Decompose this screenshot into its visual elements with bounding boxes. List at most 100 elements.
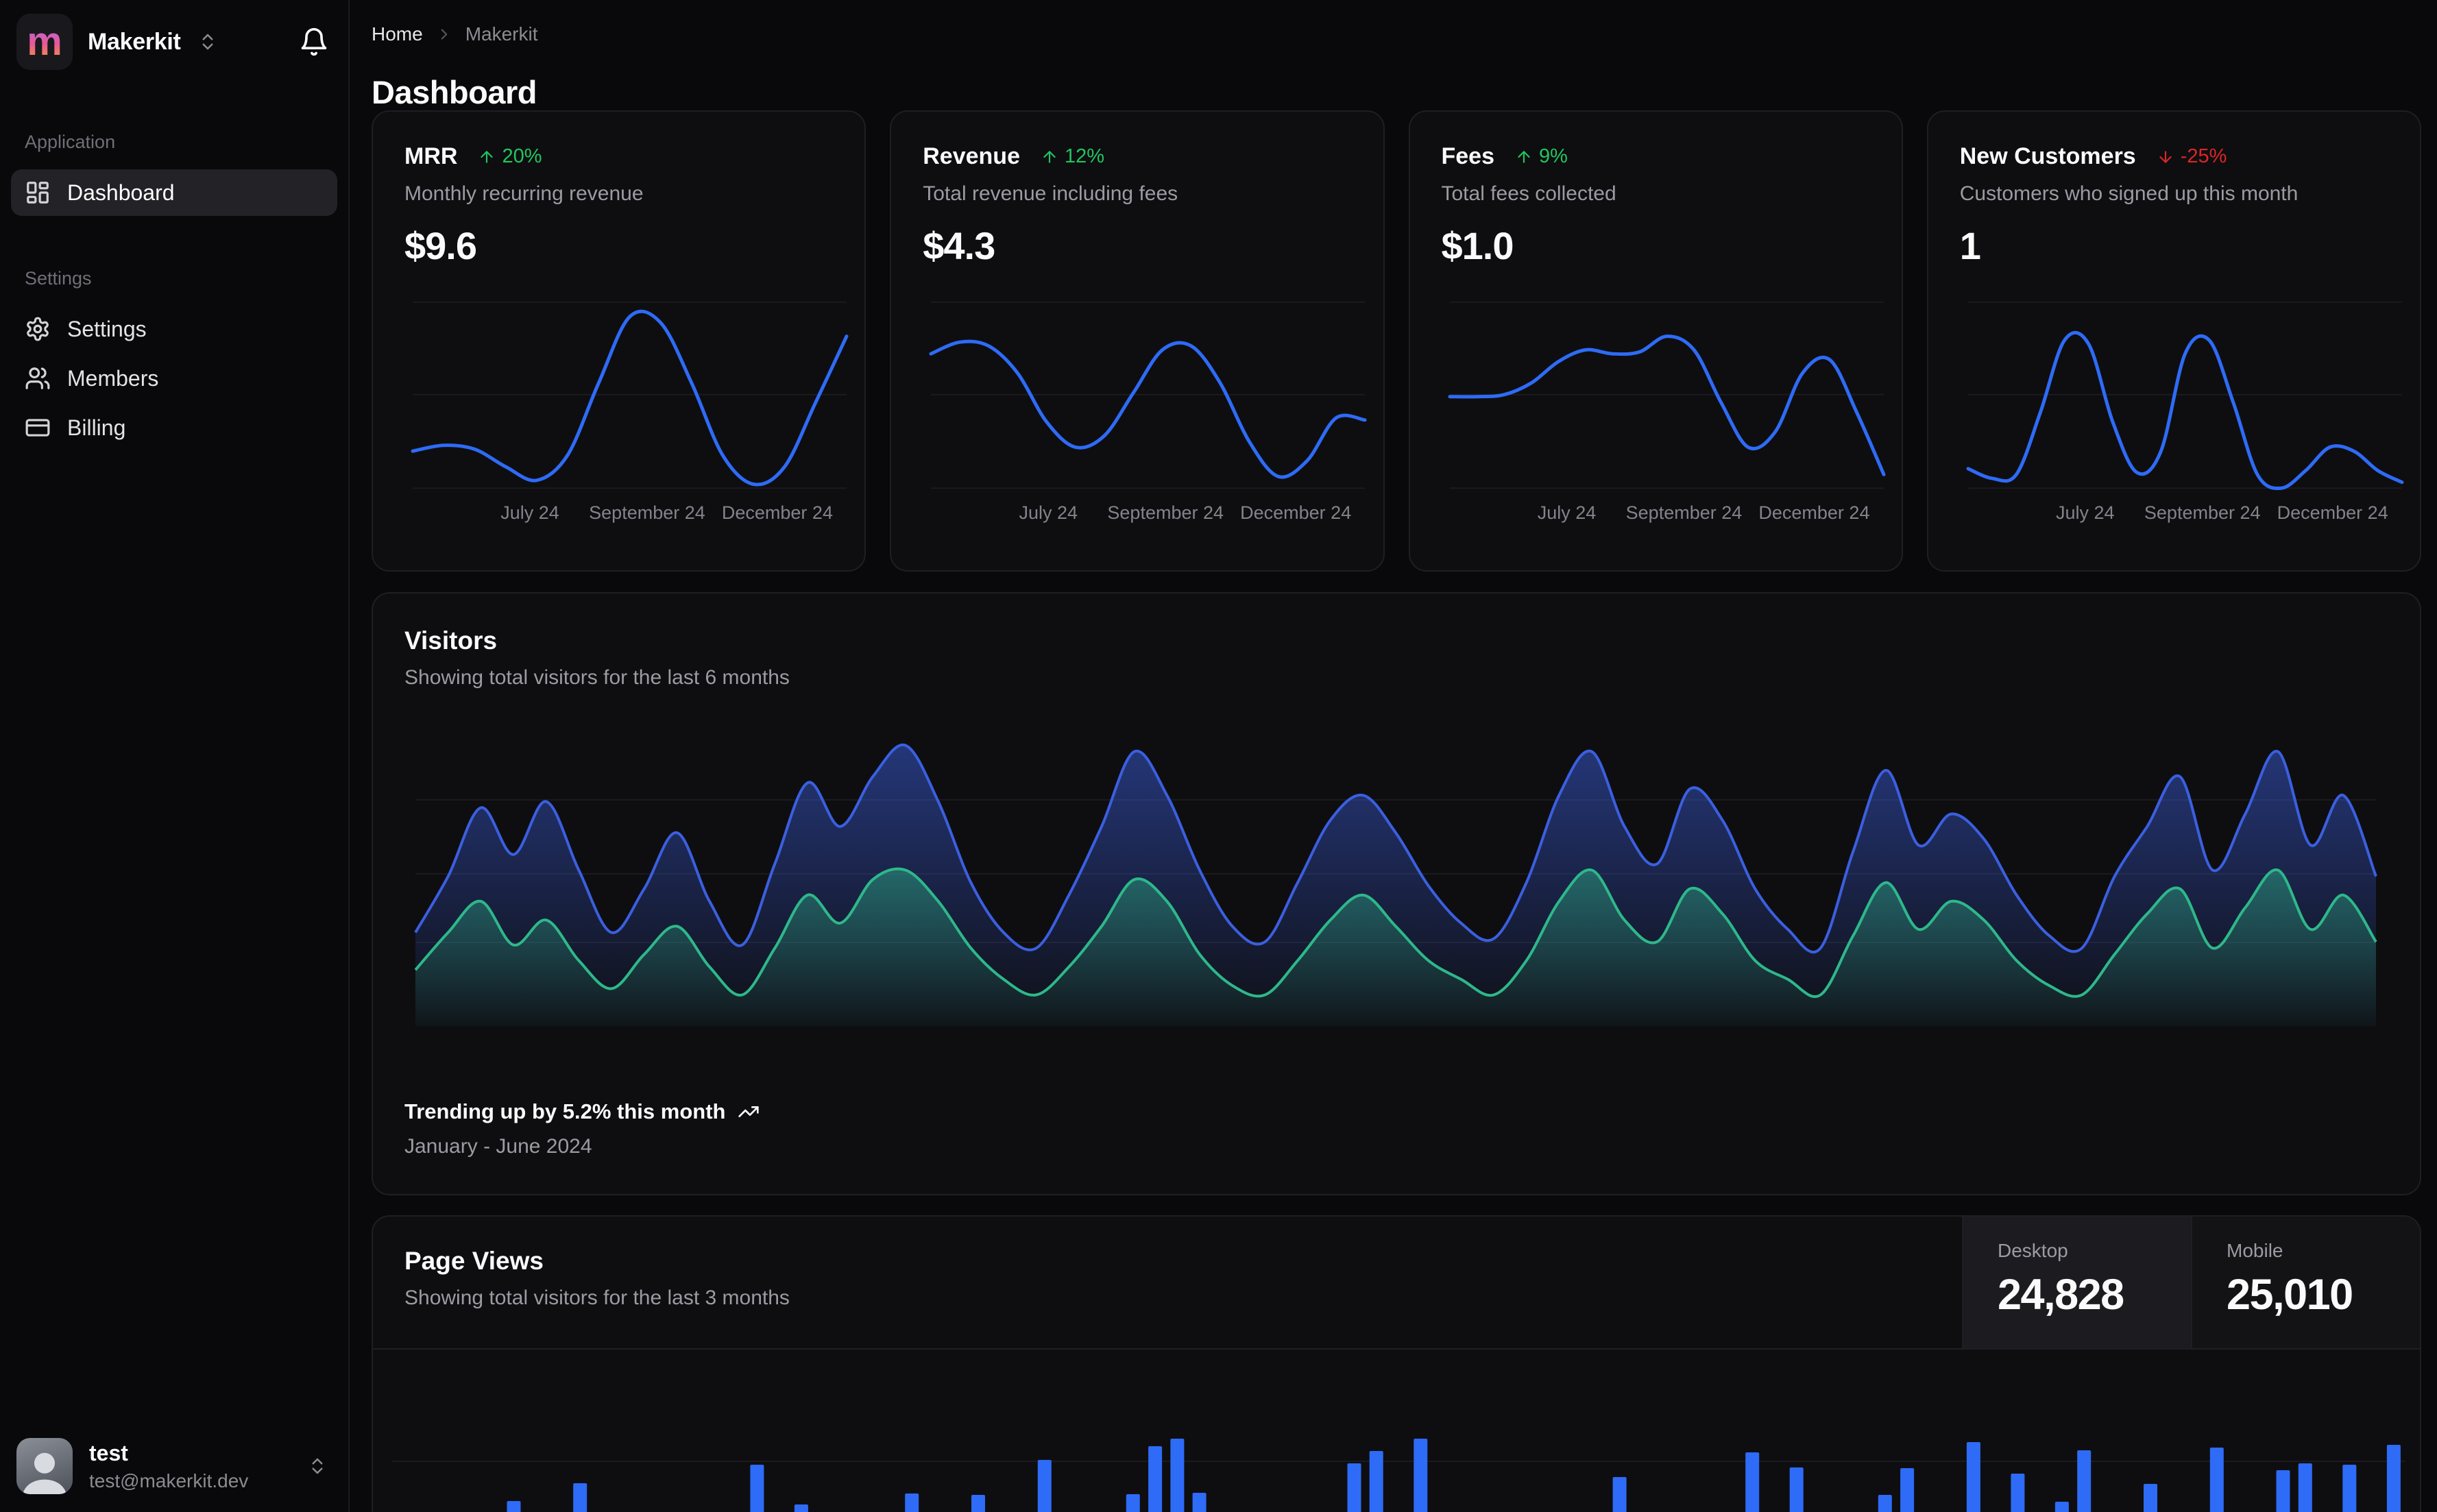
chevrons-up-down-icon bbox=[307, 1456, 328, 1476]
page-views-header: Page Views Showing total visitors for th… bbox=[373, 1217, 2420, 1350]
axis-tick: July 24 bbox=[1019, 502, 1078, 524]
visitors-header: Visitors Showing total visitors for the … bbox=[373, 594, 2420, 690]
visitors-date-range: January - June 2024 bbox=[404, 1135, 760, 1158]
workspace-logo-letter: m bbox=[27, 22, 62, 62]
arrow-up-icon bbox=[1515, 148, 1533, 166]
axis-tick: July 24 bbox=[2056, 502, 2115, 524]
trend-value: -25% bbox=[2181, 145, 2227, 168]
stat-title: Revenue bbox=[923, 143, 1020, 170]
axis-tick: September 24 bbox=[2144, 502, 2261, 524]
stat-title: Fees bbox=[1442, 143, 1495, 170]
stat-card-revenue: Revenue 12% Total revenue including fees… bbox=[890, 110, 1384, 572]
main-content: Home Makerkit Dashboard MRR 20% Monthly … bbox=[351, 0, 2437, 1512]
page-views-bar-chart bbox=[392, 1359, 2405, 1512]
axis-tick: July 24 bbox=[1538, 502, 1597, 524]
stat-value: $1.0 bbox=[1442, 223, 1870, 268]
stat-title: MRR bbox=[404, 143, 457, 170]
toggle-label: Mobile bbox=[2227, 1240, 2420, 1262]
toggle-value: 24,828 bbox=[1998, 1270, 2191, 1319]
sidebar: m Makerkit Application Dashboard Setting… bbox=[0, 0, 350, 1512]
arrow-up-icon bbox=[1041, 148, 1058, 166]
sidebar-nav: Application Dashboard Settings Settings … bbox=[0, 84, 348, 454]
chevrons-up-down-icon bbox=[197, 32, 218, 52]
sidebar-item-dashboard[interactable]: Dashboard bbox=[11, 169, 337, 216]
sidebar-item-billing[interactable]: Billing bbox=[11, 404, 337, 451]
axis-tick: December 24 bbox=[1758, 502, 1869, 524]
stat-card-header: Fees 9% Total fees collected $1.0 bbox=[1410, 112, 1902, 268]
sparkline-chart bbox=[1450, 295, 1884, 490]
stat-card-header: Revenue 12% Total revenue including fees… bbox=[891, 112, 1383, 268]
visitors-title: Visitors bbox=[404, 626, 2388, 655]
workspace-name: Makerkit bbox=[88, 29, 181, 56]
gear-icon bbox=[25, 316, 51, 342]
user-name: test bbox=[89, 1441, 289, 1466]
axis-tick: December 24 bbox=[2277, 502, 2388, 524]
axis-tick: December 24 bbox=[722, 502, 833, 524]
toggle-mobile[interactable]: Mobile 25,010 bbox=[2191, 1217, 2420, 1348]
avatar bbox=[16, 1438, 73, 1494]
notifications-bell-icon[interactable] bbox=[299, 27, 329, 57]
chevron-right-icon bbox=[435, 25, 453, 43]
workspace-logo: m bbox=[16, 14, 73, 70]
workspace-switcher[interactable]: m Makerkit bbox=[0, 0, 348, 84]
stat-value: $4.3 bbox=[923, 223, 1351, 268]
page-views-titles: Page Views Showing total visitors for th… bbox=[373, 1217, 1962, 1348]
stat-card-header: MRR 20% Monthly recurring revenue $9.6 bbox=[373, 112, 864, 268]
user-meta: test test@makerkit.dev bbox=[89, 1441, 289, 1492]
visitors-area-chart bbox=[415, 714, 2376, 1026]
stat-value: 1 bbox=[1960, 223, 2388, 268]
sidebar-item-label: Settings bbox=[67, 317, 147, 342]
sidebar-item-label: Billing bbox=[67, 415, 125, 441]
trend-value: 9% bbox=[1539, 145, 1568, 168]
stat-cards-row: MRR 20% Monthly recurring revenue $9.6 J… bbox=[372, 110, 2421, 572]
breadcrumb-current: Makerkit bbox=[465, 23, 538, 45]
stat-description: Customers who signed up this month bbox=[1960, 182, 2388, 206]
sparkline-axis: July 24 September 24 December 24 bbox=[931, 502, 1365, 530]
toggle-label: Desktop bbox=[1998, 1240, 2191, 1262]
stat-description: Monthly recurring revenue bbox=[404, 182, 833, 206]
page-title: Dashboard bbox=[372, 73, 537, 111]
axis-tick: July 24 bbox=[500, 502, 559, 524]
stat-description: Total revenue including fees bbox=[923, 182, 1351, 206]
sparkline-chart bbox=[931, 295, 1365, 490]
axis-tick: September 24 bbox=[589, 502, 705, 524]
breadcrumb: Home Makerkit bbox=[372, 23, 538, 45]
sidebar-item-label: Dashboard bbox=[67, 180, 175, 206]
users-icon bbox=[25, 365, 51, 391]
nav-group-settings-label: Settings bbox=[11, 268, 337, 289]
stat-card-header: New Customers -25% Customers who signed … bbox=[1928, 112, 2420, 268]
page-views-card: Page Views Showing total visitors for th… bbox=[372, 1215, 2421, 1512]
page-views-title: Page Views bbox=[404, 1247, 1930, 1276]
stat-card-fees: Fees 9% Total fees collected $1.0 July 2… bbox=[1409, 110, 1903, 572]
axis-tick: September 24 bbox=[1107, 502, 1224, 524]
trend-value: 20% bbox=[502, 145, 542, 168]
sparkline-chart bbox=[413, 295, 847, 490]
arrow-up-icon bbox=[478, 148, 496, 166]
trend-badge: -25% bbox=[2157, 145, 2227, 168]
stat-card-new-customers: New Customers -25% Customers who signed … bbox=[1927, 110, 2421, 572]
sidebar-item-members[interactable]: Members bbox=[11, 355, 337, 402]
toggle-desktop[interactable]: Desktop 24,828 bbox=[1962, 1217, 2191, 1348]
stat-description: Total fees collected bbox=[1442, 182, 1870, 206]
sidebar-item-settings[interactable]: Settings bbox=[11, 306, 337, 352]
breadcrumb-home-link[interactable]: Home bbox=[372, 23, 423, 45]
user-email: test@makerkit.dev bbox=[89, 1470, 289, 1492]
axis-tick: September 24 bbox=[1626, 502, 1743, 524]
toggle-value: 25,010 bbox=[2227, 1270, 2420, 1319]
trend-value: 12% bbox=[1065, 145, 1104, 168]
sparkline-axis: July 24 September 24 December 24 bbox=[1968, 502, 2402, 530]
sparkline-axis: July 24 September 24 December 24 bbox=[1450, 502, 1884, 530]
sparkline-chart bbox=[1968, 295, 2402, 490]
visitors-trend-text: Trending up by 5.2% this month bbox=[404, 1099, 725, 1124]
stat-title: New Customers bbox=[1960, 143, 2136, 170]
visitors-description: Showing total visitors for the last 6 mo… bbox=[404, 666, 2388, 690]
trending-up-icon bbox=[738, 1101, 760, 1123]
visitors-card: Visitors Showing total visitors for the … bbox=[372, 592, 2421, 1195]
page-views-description: Showing total visitors for the last 3 mo… bbox=[404, 1287, 1930, 1310]
axis-tick: December 24 bbox=[1240, 502, 1351, 524]
stat-value: $9.6 bbox=[404, 223, 833, 268]
trend-badge: 12% bbox=[1041, 145, 1104, 168]
visitors-footer: Trending up by 5.2% this month January -… bbox=[404, 1099, 760, 1158]
user-menu[interactable]: test test@makerkit.dev bbox=[0, 1422, 348, 1512]
trend-badge: 20% bbox=[478, 145, 542, 168]
